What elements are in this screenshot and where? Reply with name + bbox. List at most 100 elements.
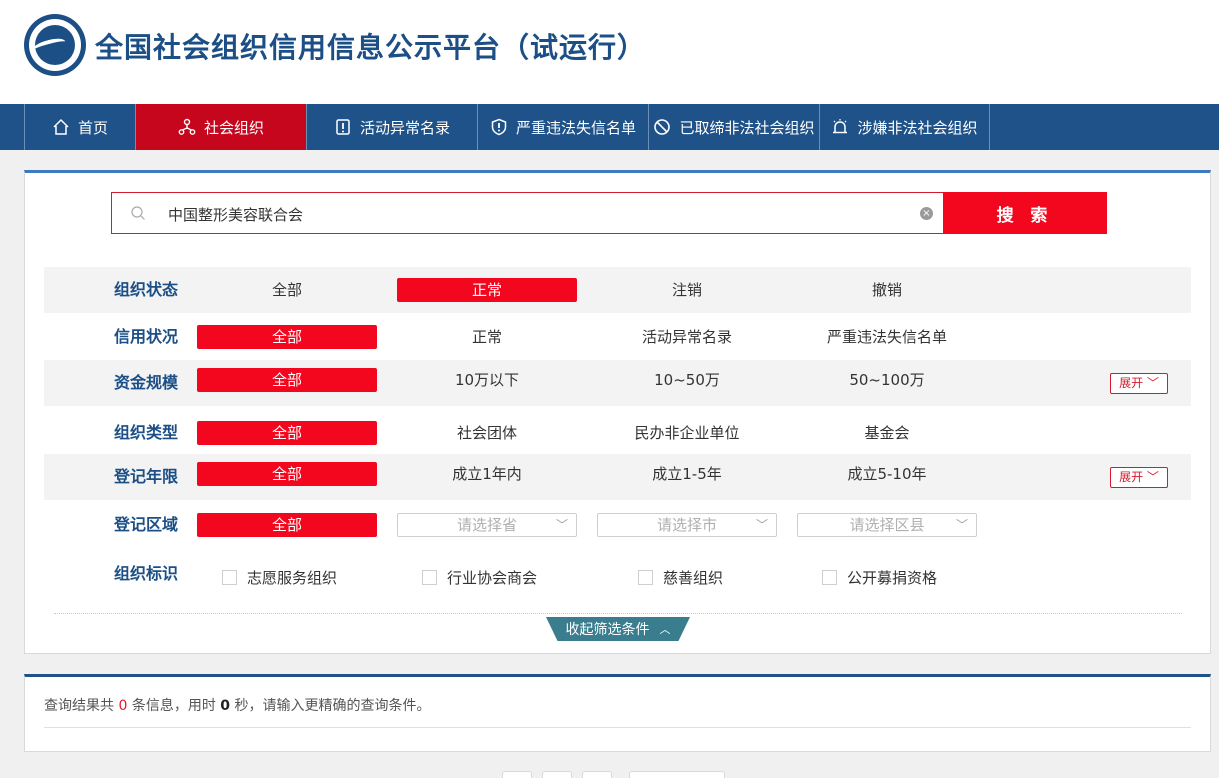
filter-option[interactable]: 成立1年内 [397, 462, 577, 486]
result-mid: 条信息，用时 [131, 698, 216, 714]
filter-option-selected[interactable]: 全部 [197, 421, 377, 445]
chevron-down-icon: ﹀ [555, 518, 568, 532]
checkbox-label: 慈善组织 [663, 569, 724, 587]
result-summary: 查询结果共 0 条信息，用时 0 秒，请输入更精确的查询条件。 [44, 695, 430, 715]
province-placeholder: 请选择省 [456, 516, 517, 534]
checkbox-label: 行业协会商会 [447, 569, 538, 587]
result-suffix: 秒，请输入更精确的查询条件。 [234, 698, 431, 714]
filter-option[interactable]: 严重违法失信名单 [797, 325, 977, 349]
filter-label: 组织类型 [114, 423, 179, 442]
result-seconds: 0 [220, 698, 231, 714]
checkbox-box[interactable] [222, 570, 237, 585]
search-input[interactable] [168, 202, 908, 226]
nav-home-label: 首页 [77, 118, 108, 137]
divider [54, 613, 1182, 614]
checkbox-box[interactable] [638, 570, 653, 585]
pager-next-button[interactable] [582, 771, 612, 778]
nav-suspected-org[interactable]: 涉嫌非法社会组织 [820, 104, 990, 150]
checkbox-box[interactable] [422, 570, 437, 585]
province-select[interactable]: 请选择省 ﹀ [397, 513, 577, 537]
chevron-up-icon: ︿ [659, 623, 671, 636]
exclamation-doc-icon [336, 119, 350, 135]
filter-row-status: 组织状态 全部 正常 注销 撤销 [44, 267, 1191, 313]
nav-banned-org[interactable]: 已取缔非法社会组织 [649, 104, 820, 150]
nav-abnormal-list[interactable]: 活动异常名录 [307, 104, 478, 150]
logo-emblem-icon[interactable] [24, 14, 86, 76]
search-icon [131, 206, 145, 220]
nav-dishonest-list[interactable]: 严重违法失信名单 [478, 104, 649, 150]
filter-option[interactable]: 活动异常名录 [597, 325, 777, 349]
expand-label: 展开 [1119, 376, 1144, 390]
filter-option[interactable]: 撤销 [797, 278, 977, 302]
filter-row-tags: 组织标识 志愿服务组织 行业协会商会 慈善组织 公开募捐资格 [44, 551, 1191, 597]
pager-jump-input[interactable] [629, 771, 725, 778]
search-box: × [111, 192, 944, 234]
filter-option[interactable]: 成立1-5年 [597, 462, 777, 486]
home-icon [53, 118, 69, 135]
nav-social-org[interactable]: 社会组织 [136, 104, 307, 150]
district-placeholder: 请选择区县 [849, 516, 925, 534]
checkbox-volunteer[interactable]: 志愿服务组织 [222, 567, 337, 588]
search-button[interactable]: 搜 索 [943, 192, 1107, 234]
collapse-label: 收起筛选条件 [565, 622, 650, 638]
filter-option-selected[interactable]: 正常 [397, 278, 577, 302]
divider [44, 727, 1191, 728]
clear-icon[interactable]: × [920, 207, 933, 220]
filter-row-years: 登记年限 全部 成立1年内 成立1-5年 成立5-10年 展开 ﹀ [44, 454, 1191, 500]
chevron-down-icon: ﹀ [1143, 470, 1159, 484]
filter-row-capital: 资金规模 全部 10万以下 10~50万 50~100万 展开 ﹀ [44, 360, 1191, 406]
filter-option-selected[interactable]: 全部 [197, 462, 377, 486]
ban-icon [654, 119, 671, 135]
checkbox-charity[interactable]: 慈善组织 [638, 567, 723, 588]
filter-option[interactable]: 10万以下 [397, 368, 577, 392]
expand-label: 展开 [1119, 470, 1144, 484]
checkbox-label: 公开募捐资格 [847, 569, 938, 587]
filter-row-region: 登记区域 全部 请选择省 ﹀ 请选择市 ﹀ 请选择区县 ﹀ [44, 502, 1191, 548]
checkbox-label: 志愿服务组织 [247, 569, 338, 587]
district-select[interactable]: 请选择区县 ﹀ [797, 513, 977, 537]
filter-label: 组织状态 [114, 280, 179, 299]
filter-panel: × 搜 索 组织状态 全部 正常 注销 撤销 信用状况 全部 正常 活动异常名录… [24, 170, 1211, 654]
filter-option[interactable]: 社会团体 [397, 421, 577, 445]
result-panel: 查询结果共 0 条信息，用时 0 秒，请输入更精确的查询条件。 [24, 674, 1211, 752]
filter-label: 资金规模 [114, 373, 179, 392]
filter-option[interactable]: 10~50万 [597, 368, 777, 392]
filter-row-type: 组织类型 全部 社会团体 民办非企业单位 基金会 [44, 410, 1191, 456]
filter-option-selected[interactable]: 全部 [197, 325, 377, 349]
pager-prev-button[interactable] [502, 771, 532, 778]
expand-button[interactable]: 展开 ﹀ [1110, 373, 1168, 394]
filter-option[interactable]: 50~100万 [797, 368, 977, 392]
filter-option[interactable]: 基金会 [797, 421, 977, 445]
alarm-icon [833, 119, 848, 134]
nav-home[interactable]: 首页 [24, 104, 136, 150]
filter-option[interactable]: 注销 [597, 278, 777, 302]
result-count: 0 [118, 698, 128, 714]
filter-label: 登记区域 [114, 515, 179, 534]
filter-option-selected[interactable]: 全部 [197, 513, 377, 537]
checkbox-fundraising[interactable]: 公开募捐资格 [822, 567, 937, 588]
site-title: 全国社会组织信用信息公示平台（试运行） [95, 31, 647, 64]
pager-page-button[interactable] [542, 771, 572, 778]
city-select[interactable]: 请选择市 ﹀ [597, 513, 777, 537]
filter-option[interactable]: 成立5-10年 [797, 462, 977, 486]
result-prefix: 查询结果共 [44, 698, 114, 714]
filter-option[interactable]: 民办非企业单位 [597, 421, 777, 445]
expand-button[interactable]: 展开 ﹀ [1110, 467, 1168, 488]
nav-social-org-label: 社会组织 [203, 118, 264, 137]
nav-suspected-org-label: 涉嫌非法社会组织 [857, 118, 978, 137]
chevron-down-icon: ﹀ [955, 518, 968, 532]
checkbox-box[interactable] [822, 570, 837, 585]
filter-option-selected[interactable]: 全部 [197, 368, 377, 392]
checkbox-industry[interactable]: 行业协会商会 [422, 567, 537, 588]
filter-label: 组织标识 [114, 564, 179, 583]
nav-banned-org-label: 已取缔非法社会组织 [679, 118, 815, 137]
filter-option[interactable]: 全部 [197, 278, 377, 302]
nav-abnormal-list-label: 活动异常名录 [359, 118, 450, 137]
org-network-icon [178, 118, 196, 135]
filter-label: 登记年限 [114, 467, 179, 486]
collapse-filters-button[interactable]: 收起筛选条件 ︿ [546, 617, 690, 641]
main-nav: 首页 社会组织 活动异常名录 严重违法失信名单 已取缔非法社会组织 涉嫌非法社会… [0, 104, 1219, 150]
chevron-down-icon: ﹀ [1143, 376, 1159, 390]
filter-option[interactable]: 正常 [397, 325, 577, 349]
chevron-down-icon: ﹀ [755, 518, 768, 532]
